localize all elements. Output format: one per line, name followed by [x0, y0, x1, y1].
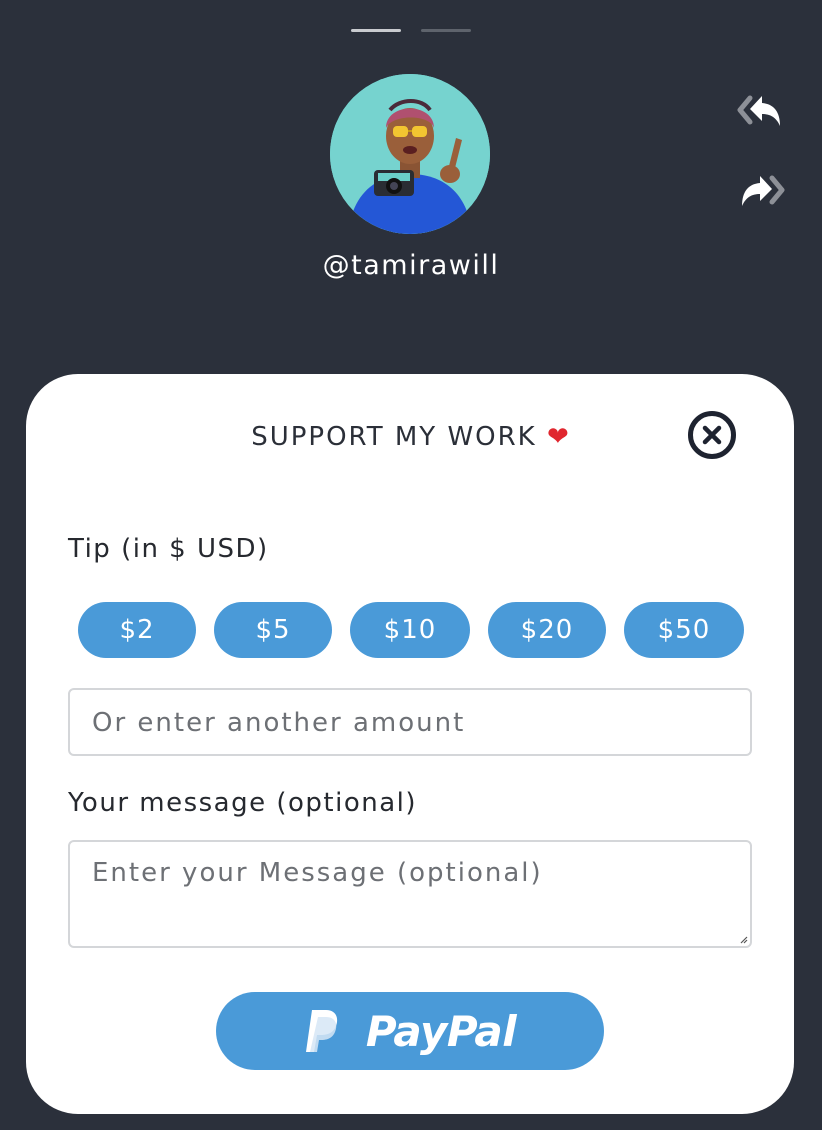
message-textarea[interactable]: Enter your Message (optional): [68, 840, 752, 948]
forward-icon[interactable]: [736, 170, 786, 210]
close-icon: [702, 425, 722, 445]
custom-amount-input[interactable]: Or enter another amount: [68, 688, 752, 756]
paypal-label: PayPal: [365, 1006, 517, 1056]
tip-options: $2 $5 $10 $20 $50: [0, 602, 822, 658]
message-placeholder: Enter your Message (optional): [92, 858, 543, 888]
message-label: Your message (optional): [68, 788, 418, 818]
tip-button-2[interactable]: $2: [78, 602, 196, 658]
progress-segment-active: [351, 29, 401, 32]
modal-title-text: SUPPORT MY WORK: [251, 422, 537, 452]
tip-button-10[interactable]: $10: [350, 602, 470, 658]
profile-handle[interactable]: @tamirawill: [0, 250, 822, 281]
tip-button-50[interactable]: $50: [624, 602, 744, 658]
tip-button-20[interactable]: $20: [488, 602, 606, 658]
close-button[interactable]: [688, 411, 736, 459]
heart-icon: ❤: [547, 422, 571, 452]
paypal-button[interactable]: PayPal: [216, 992, 604, 1070]
avatar[interactable]: [330, 74, 490, 234]
story-progress: [351, 29, 471, 32]
custom-amount-placeholder: Or enter another amount: [92, 708, 466, 738]
resize-handle-icon[interactable]: [738, 934, 748, 944]
progress-segment: [421, 29, 471, 32]
paypal-icon: [305, 1010, 337, 1052]
tip-button-5[interactable]: $5: [214, 602, 332, 658]
tip-label: Tip (in $ USD): [68, 534, 269, 564]
reply-icon[interactable]: [736, 90, 786, 130]
story-page: @tamirawill SUPPORT MY WORK ❤ Tip (in $ …: [0, 0, 822, 1130]
